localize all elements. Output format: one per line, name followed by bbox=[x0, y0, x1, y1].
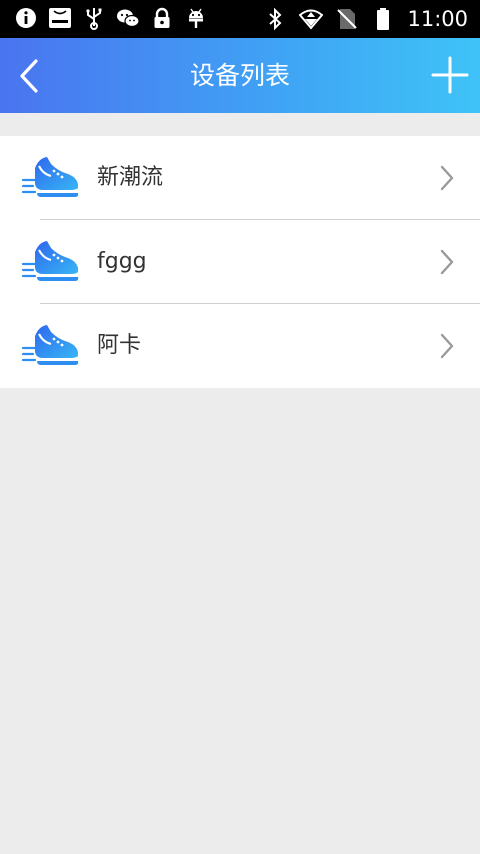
status-time: 11:00 bbox=[407, 7, 468, 31]
page-title: 设备列表 bbox=[189, 61, 290, 90]
info-icon bbox=[16, 8, 36, 28]
bluetooth-icon bbox=[269, 7, 282, 31]
device-list: 新潮流 fggg 阿卡 bbox=[0, 136, 480, 388]
plus-icon bbox=[431, 56, 469, 94]
device-name: 阿卡 bbox=[97, 333, 142, 358]
battery-icon bbox=[377, 8, 390, 30]
android-icon bbox=[189, 8, 203, 28]
wifi-icon bbox=[299, 9, 324, 30]
status-bar: 11:00 bbox=[0, 0, 480, 38]
sneaker-icon bbox=[21, 241, 79, 281]
app-header: 设备列表 bbox=[0, 38, 480, 113]
coolpad-icon bbox=[49, 8, 71, 28]
chevron-right-icon bbox=[440, 249, 454, 275]
device-list-item[interactable]: fggg bbox=[0, 220, 480, 304]
wechat-icon bbox=[117, 9, 140, 28]
sneaker-icon bbox=[21, 157, 79, 197]
device-name: fggg bbox=[97, 249, 147, 274]
chevron-right-icon bbox=[440, 165, 454, 191]
add-device-button[interactable] bbox=[430, 55, 470, 95]
chevron-right-icon bbox=[440, 333, 454, 359]
device-list-item[interactable]: 阿卡 bbox=[0, 304, 480, 388]
no-sim-icon bbox=[337, 9, 358, 29]
device-name: 新潮流 bbox=[97, 165, 164, 190]
lock-icon bbox=[154, 7, 170, 28]
usb-icon bbox=[86, 8, 102, 30]
device-list-item[interactable]: 新潮流 bbox=[0, 136, 480, 220]
sneaker-icon bbox=[21, 325, 79, 365]
